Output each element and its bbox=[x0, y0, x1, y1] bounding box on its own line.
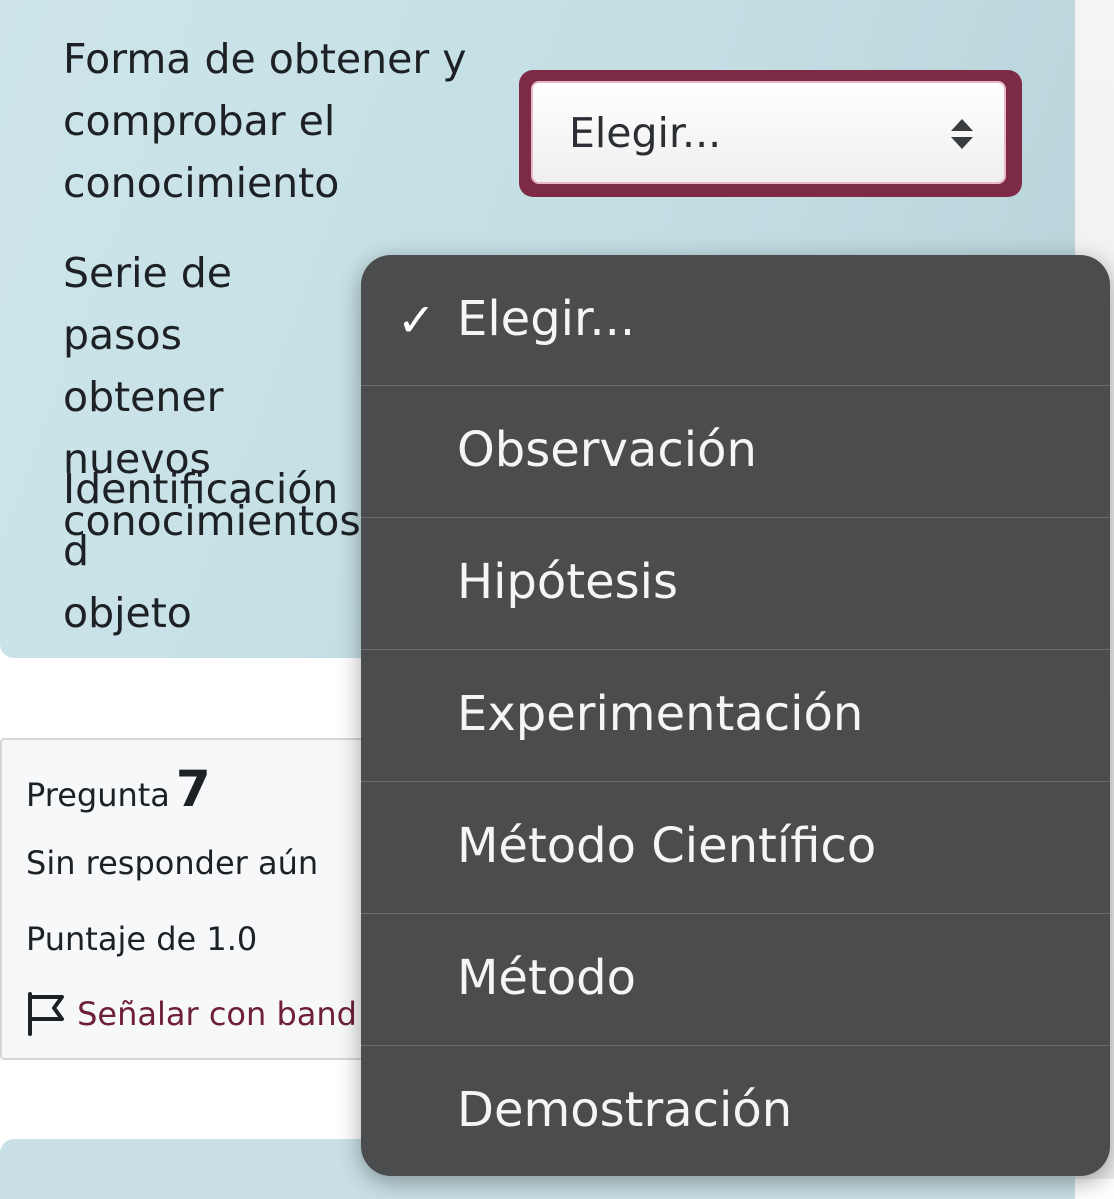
option-experimentacion[interactable]: Experimentación bbox=[361, 649, 1110, 781]
option-demostracion[interactable]: Demostración bbox=[361, 1045, 1110, 1176]
option-label: Demostración bbox=[457, 1082, 793, 1138]
flag-question-label: Señalar con band bbox=[77, 995, 357, 1033]
option-label: Elegir... bbox=[457, 291, 636, 347]
answer-select-focus-ring: Elegir... bbox=[519, 70, 1022, 197]
question-label: Pregunta bbox=[26, 776, 170, 814]
option-elegir[interactable]: ✓ Elegir... bbox=[361, 255, 1110, 387]
option-observacion[interactable]: Observación bbox=[361, 385, 1110, 517]
flag-icon bbox=[28, 992, 64, 1036]
option-hipotesis[interactable]: Hipótesis bbox=[361, 517, 1110, 649]
option-label: Método Científico bbox=[457, 818, 877, 874]
option-metodo-cientifico[interactable]: Método Científico bbox=[361, 781, 1110, 913]
question-score: Puntaje de 1.0 bbox=[26, 920, 258, 958]
match-stem-3: Identificación d objeto bbox=[63, 465, 339, 637]
question-heading: Pregunta 7 bbox=[26, 760, 211, 818]
question-number: 7 bbox=[175, 760, 211, 818]
question-info-card: Pregunta 7 Sin responder aún Puntaje de 1… bbox=[0, 738, 380, 1060]
answer-select[interactable]: Elegir... bbox=[531, 81, 1006, 184]
question-status: Sin responder aún bbox=[26, 844, 319, 882]
flag-question-link[interactable]: Señalar con band bbox=[26, 992, 357, 1036]
select-options-menu: ✓ Elegir... Observación Hipótesis Experi… bbox=[361, 255, 1110, 1176]
select-arrows-icon bbox=[951, 119, 973, 149]
checkmark-icon: ✓ bbox=[397, 293, 436, 347]
match-stem-1: Forma de obtener y comprobar el conocimi… bbox=[63, 35, 467, 207]
option-label: Hipótesis bbox=[457, 554, 678, 610]
answer-select-value: Elegir... bbox=[569, 109, 722, 157]
option-label: Experimentación bbox=[457, 686, 864, 742]
option-label: Método bbox=[457, 950, 636, 1006]
option-metodo[interactable]: Método bbox=[361, 913, 1110, 1045]
option-label: Observación bbox=[457, 422, 757, 478]
